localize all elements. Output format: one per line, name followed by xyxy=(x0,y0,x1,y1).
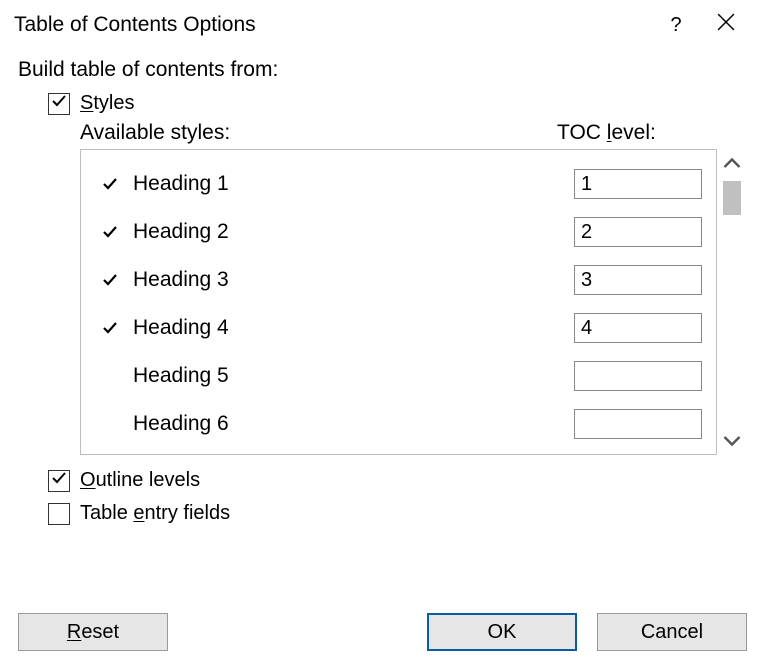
style-row: Heading 6 xyxy=(95,400,702,448)
styles-checkbox-row: Styles xyxy=(48,92,747,115)
scroll-down-icon[interactable] xyxy=(723,431,741,449)
in-use-icon xyxy=(95,320,125,336)
style-name-label: Heading 4 xyxy=(125,316,574,340)
dialog-content: Build table of contents from: Styles Ava… xyxy=(0,50,765,525)
close-button[interactable] xyxy=(701,0,751,50)
scroll-thumb[interactable] xyxy=(723,181,741,215)
help-button[interactable]: ? xyxy=(651,0,701,50)
available-styles-header: Available styles: xyxy=(80,121,557,145)
toc-level-input[interactable] xyxy=(574,169,702,199)
style-name-label: Heading 1 xyxy=(125,172,574,196)
dialog-title: Table of Contents Options xyxy=(14,13,651,37)
style-name-label: Heading 3 xyxy=(125,268,574,292)
in-use-icon xyxy=(95,272,125,288)
toc-level-input[interactable] xyxy=(574,265,702,295)
titlebar: Table of Contents Options ? xyxy=(0,0,765,50)
help-icon: ? xyxy=(670,14,681,37)
in-use-icon xyxy=(95,224,125,240)
column-headers: Available styles: TOC level: xyxy=(80,121,747,145)
toc-level-input[interactable] xyxy=(574,217,702,247)
style-row: Heading 3 xyxy=(95,256,702,304)
style-name-label: Heading 2 xyxy=(125,220,574,244)
scrollbar[interactable] xyxy=(717,149,747,455)
style-row: Heading 4 xyxy=(95,304,702,352)
styles-list: Heading 1 Heading 2 Heading 3 Heading 4 xyxy=(80,149,717,455)
toc-level-input[interactable] xyxy=(574,361,702,391)
build-from-label: Build table of contents from: xyxy=(18,58,747,82)
lower-options: Outline levels Table entry fields xyxy=(18,469,747,525)
scroll-up-icon[interactable] xyxy=(723,155,741,173)
table-entry-fields-row: Table entry fields xyxy=(48,502,747,525)
style-name-label: Heading 5 xyxy=(125,364,574,388)
table-entry-fields-checkbox[interactable] xyxy=(48,503,70,525)
outline-levels-checkbox[interactable] xyxy=(48,470,70,492)
in-use-icon xyxy=(95,176,125,192)
table-entry-fields-label: Table entry fields xyxy=(80,502,230,525)
cancel-button[interactable]: Cancel xyxy=(597,613,747,651)
outline-levels-label: Outline levels xyxy=(80,469,200,492)
toc-level-input[interactable] xyxy=(574,313,702,343)
check-icon xyxy=(51,92,67,115)
reset-button[interactable]: Reset xyxy=(18,613,168,651)
styles-checkbox-label: Styles xyxy=(80,92,134,115)
button-bar: Reset OK Cancel xyxy=(0,613,765,651)
style-name-label: Heading 6 xyxy=(125,412,574,436)
style-row: Heading 5 xyxy=(95,352,702,400)
close-icon xyxy=(717,13,735,37)
outline-levels-row: Outline levels xyxy=(48,469,747,492)
toc-level-header: TOC level: xyxy=(557,121,747,145)
styles-list-area: Heading 1 Heading 2 Heading 3 Heading 4 xyxy=(80,149,747,455)
check-icon xyxy=(51,469,67,492)
ok-button[interactable]: OK xyxy=(427,613,577,651)
style-row: Heading 1 xyxy=(95,160,702,208)
styles-checkbox[interactable] xyxy=(48,93,70,115)
toc-options-dialog: Table of Contents Options ? Build table … xyxy=(0,0,765,661)
style-row: Heading 2 xyxy=(95,208,702,256)
toc-level-input[interactable] xyxy=(574,409,702,439)
